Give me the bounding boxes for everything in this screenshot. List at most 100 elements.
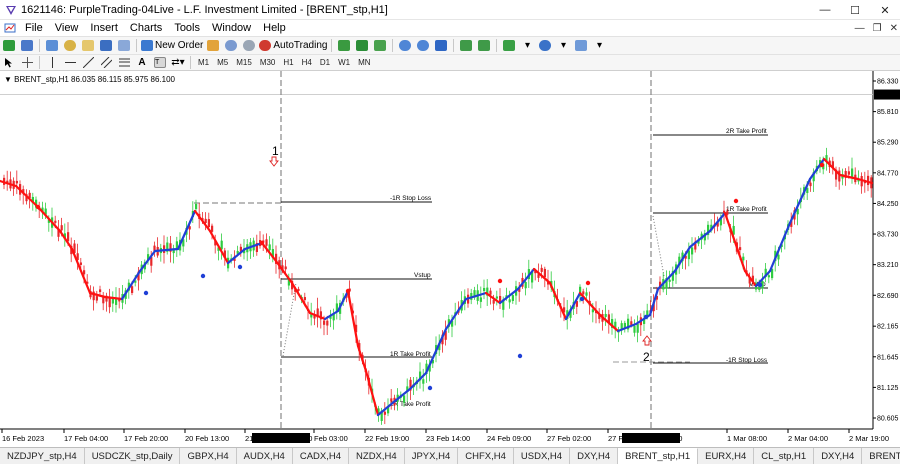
arrows-icon[interactable]: ⇄▾ bbox=[170, 55, 186, 70]
auto-scroll-icon[interactable] bbox=[458, 38, 474, 53]
new-chart-button[interactable] bbox=[1, 38, 17, 53]
timeframe-m15[interactable]: M15 bbox=[232, 58, 256, 67]
tab-eurx-h4[interactable]: EURX,H4 bbox=[698, 448, 755, 464]
periods-icon[interactable] bbox=[537, 38, 553, 53]
market-icon[interactable] bbox=[223, 38, 239, 53]
navigator-icon[interactable] bbox=[80, 38, 96, 53]
data-window-icon[interactable] bbox=[62, 38, 78, 53]
crosshair-icon[interactable] bbox=[19, 55, 35, 70]
tab-cl-stp-h1[interactable]: CL_stp,H1 bbox=[754, 448, 815, 464]
timeframe-d1[interactable]: D1 bbox=[316, 58, 334, 67]
child-window-controls: — ❐ ✕ bbox=[855, 20, 898, 36]
tab-usdczk-stp-daily[interactable]: USDCZK_stp,Daily bbox=[85, 448, 181, 464]
candle-body bbox=[95, 296, 98, 301]
terminal-icon[interactable] bbox=[98, 38, 114, 53]
minimize-button[interactable]: — bbox=[810, 0, 840, 20]
trend-line-segment bbox=[578, 291, 602, 317]
price-chart[interactable]: 86.330 85.810 85.290 84.770 84.250 83.730 83.2… bbox=[0, 71, 900, 447]
timeframe-w1[interactable]: W1 bbox=[334, 58, 354, 67]
standard-toolbar: New Order AutoTrading ▾ ▾ ▾ bbox=[0, 36, 900, 54]
marker-label-1: 1 bbox=[272, 144, 279, 158]
signals-icon[interactable] bbox=[241, 38, 257, 53]
timeframe-m1[interactable]: M1 bbox=[194, 58, 213, 67]
timeframe-h1[interactable]: H1 bbox=[279, 58, 297, 67]
candle-body bbox=[131, 286, 134, 293]
new-order-icon bbox=[141, 40, 153, 51]
trade-level-label: 1R Take Profit bbox=[390, 351, 431, 358]
trade-level-label: 2R Take Profit bbox=[726, 128, 767, 135]
tab-brent-stp-h1[interactable]: BRENT_stp,H1 bbox=[618, 448, 699, 464]
turning-point-dot bbox=[143, 290, 149, 296]
menu-insert[interactable]: Insert bbox=[84, 22, 124, 34]
turning-point-dot bbox=[237, 264, 243, 270]
candle-body bbox=[479, 297, 482, 302]
tab-brent-stp-m5[interactable]: BRENT_stp,M5 bbox=[862, 448, 900, 464]
child-close-button[interactable]: ✕ bbox=[890, 23, 898, 34]
metaeditor-icon[interactable] bbox=[205, 38, 221, 53]
fibonacci-icon[interactable] bbox=[116, 55, 132, 70]
menu-file[interactable]: File bbox=[19, 22, 49, 34]
tab-nzdjpy-stp-h4[interactable]: NZDJPY_stp,H4 bbox=[0, 448, 85, 464]
indicators-icon[interactable] bbox=[501, 38, 517, 53]
dropdown-icon[interactable]: ▾ bbox=[591, 38, 607, 53]
bar-chart-icon[interactable] bbox=[336, 38, 352, 53]
tab-audx-h4[interactable]: AUDX,H4 bbox=[237, 448, 293, 464]
tab-nzdx-h4[interactable]: NZDX,H4 bbox=[349, 448, 405, 464]
tab-jpyx-h4[interactable]: JPYX,H4 bbox=[405, 448, 459, 464]
dropdown-icon[interactable]: ▾ bbox=[555, 38, 571, 53]
new-order-button[interactable]: New Order bbox=[141, 38, 203, 53]
cursor-icon[interactable] bbox=[1, 55, 17, 70]
menu-tools[interactable]: Tools bbox=[168, 22, 206, 34]
profiles-button[interactable] bbox=[19, 38, 35, 53]
child-minimize-button[interactable]: — bbox=[855, 23, 865, 34]
menu-view[interactable]: View bbox=[49, 22, 85, 34]
menu-charts[interactable]: Charts bbox=[124, 22, 168, 34]
zoom-out-icon[interactable] bbox=[415, 38, 431, 53]
chart-canvas[interactable]: 86.330 85.810 85.290 84.770 84.250 83.730 83.2… bbox=[0, 71, 900, 447]
trend-line-segment bbox=[376, 399, 397, 417]
turning-point-dot bbox=[517, 353, 523, 359]
tab-gbpx-h4[interactable]: GBPX,H4 bbox=[180, 448, 237, 464]
toolbar-separator bbox=[39, 39, 40, 52]
tab-cadx-h4[interactable]: CADX,H4 bbox=[293, 448, 350, 464]
strategy-tester-icon[interactable] bbox=[116, 38, 132, 53]
timeframe-m5[interactable]: M5 bbox=[213, 58, 232, 67]
horizontal-line-icon[interactable] bbox=[62, 55, 78, 70]
menu-window[interactable]: Window bbox=[206, 22, 257, 34]
candle-body bbox=[668, 279, 671, 282]
price-tick-label: 84.250 bbox=[877, 201, 899, 208]
trend-line-segment bbox=[346, 289, 360, 348]
vertical-line-icon[interactable] bbox=[44, 55, 60, 70]
maximize-button[interactable]: ☐ bbox=[840, 0, 870, 20]
line-chart-icon[interactable] bbox=[372, 38, 388, 53]
menu-help[interactable]: Help bbox=[257, 22, 292, 34]
zoom-in-icon[interactable] bbox=[397, 38, 413, 53]
tile-windows-icon[interactable] bbox=[433, 38, 449, 53]
equidistant-channel-icon[interactable] bbox=[98, 55, 114, 70]
child-restore-button[interactable]: ❐ bbox=[873, 23, 882, 34]
timeframe-h4[interactable]: H4 bbox=[298, 58, 316, 67]
candle-body bbox=[867, 175, 870, 186]
candlesticks-icon[interactable] bbox=[354, 38, 370, 53]
close-button[interactable]: ✕ bbox=[870, 0, 900, 20]
market-watch-icon[interactable] bbox=[44, 38, 60, 53]
text-tool-icon[interactable]: A bbox=[134, 55, 150, 70]
entry-connector bbox=[652, 215, 665, 277]
time-highlight-label: 2023.02.21 18:00 bbox=[254, 434, 312, 443]
candle-body bbox=[633, 326, 636, 333]
turning-point-dot bbox=[819, 162, 825, 168]
timeframe-mn[interactable]: MN bbox=[354, 58, 374, 67]
chart-shift-icon[interactable] bbox=[476, 38, 492, 53]
tab-chfx-h4[interactable]: CHFX,H4 bbox=[458, 448, 514, 464]
text-label-icon[interactable]: T bbox=[152, 55, 168, 70]
timeframe-m30[interactable]: M30 bbox=[256, 58, 280, 67]
autotrading-button[interactable]: AutoTrading bbox=[259, 38, 327, 53]
trend-line-segment bbox=[364, 369, 380, 417]
trendline-icon[interactable] bbox=[80, 55, 96, 70]
dropdown-icon[interactable]: ▾ bbox=[519, 38, 535, 53]
candle-body bbox=[585, 292, 588, 296]
tab-usdx-h4[interactable]: USDX,H4 bbox=[514, 448, 571, 464]
tab-dxy-h4-2[interactable]: DXY,H4 bbox=[814, 448, 863, 464]
templates-icon[interactable] bbox=[573, 38, 589, 53]
tab-dxy-h4[interactable]: DXY,H4 bbox=[570, 448, 619, 464]
